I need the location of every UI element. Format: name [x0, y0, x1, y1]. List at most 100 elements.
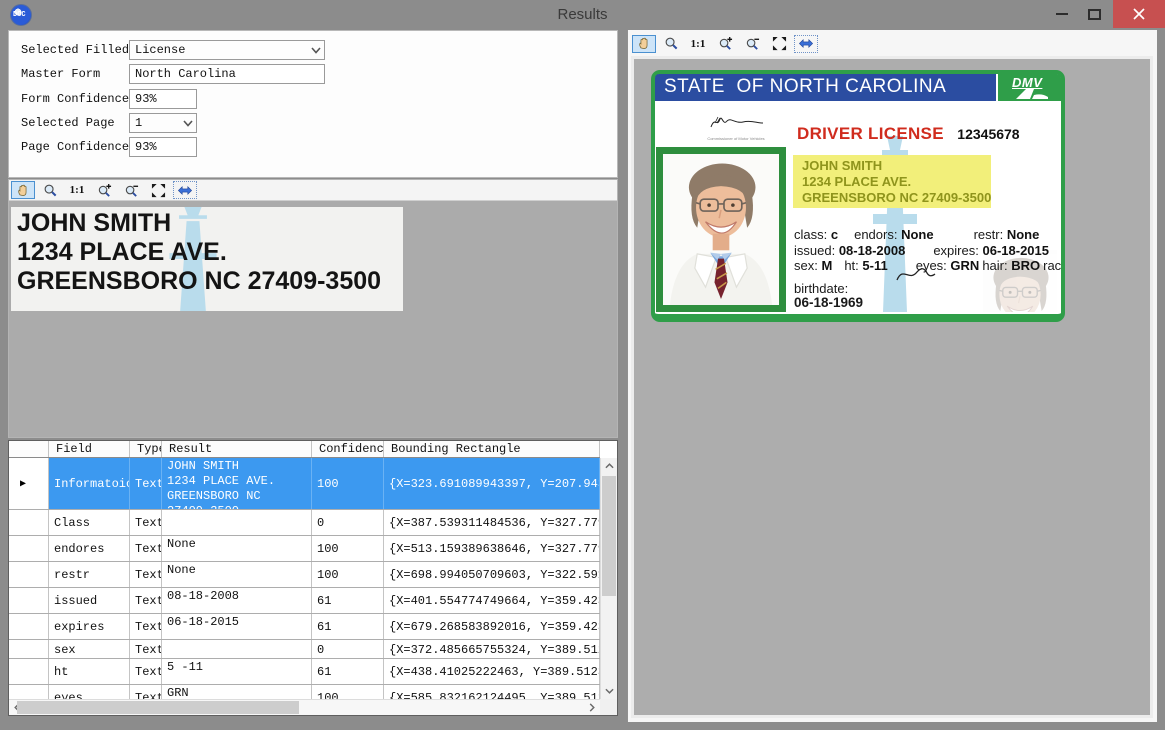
scroll-right-button[interactable]: [584, 700, 600, 715]
table-row-informatoion[interactable]: ▶ Informatoion Text JOHN SMITH 1234 PLAC…: [9, 458, 600, 510]
cell-result: 5 -11: [162, 659, 312, 684]
birthdate-label: birthdate:: [794, 281, 848, 296]
license-image-viewer: 1:1: [627, 30, 1157, 722]
cell-result: [162, 510, 312, 535]
field-image-viewer: 1:1: [8, 179, 618, 438]
zoom-out-button[interactable]: [119, 181, 143, 199]
cell-result: 06-18-2015: [162, 614, 312, 639]
cell-result: 08-18-2008: [162, 588, 312, 613]
cell-type: Text: [130, 685, 162, 699]
table-row-expires[interactable]: expires Text 06-18-2015 61 {X=679.268583…: [9, 614, 600, 640]
cell-confidence: 61: [312, 588, 384, 613]
page-confidence-label: Page Confidence: [21, 137, 133, 157]
cell-bounding: {X=438.41025222463, Y=389.5123743315: [384, 659, 600, 684]
fit-width-button[interactable]: [173, 181, 197, 199]
chevron-right-icon: [589, 703, 595, 712]
selected-filled-form-combobox[interactable]: License: [129, 40, 325, 60]
titlebar[interactable]: DOC Results: [0, 0, 1165, 30]
birthdate-value: 06-18-1969: [794, 296, 863, 310]
current-row-arrow-icon: ▶: [14, 478, 26, 490]
selected-page-value: 1: [135, 116, 142, 130]
row-selector-cell: [9, 588, 49, 613]
row-selector-cell: [9, 510, 49, 535]
license-address-line2: GREENSBORO NC 27409-3500: [802, 190, 991, 206]
actual-size-button[interactable]: 1:1: [686, 35, 710, 53]
row-selector-cell: [9, 562, 49, 587]
row-selector-header[interactable]: [9, 441, 49, 457]
vertical-scroll-thumb[interactable]: [602, 476, 616, 596]
row-selector-cell: [9, 614, 49, 639]
cell-type: Text: [130, 458, 162, 509]
field-image-canvas[interactable]: JOHN SMITH 1234 PLACE AVE. GREENSBORO NC…: [9, 201, 617, 437]
row-selector-cell: [9, 685, 49, 699]
cell-field: sex: [49, 640, 130, 658]
license-address-line1: 1234 PLACE AVE.: [802, 174, 991, 190]
table-row-endores[interactable]: endores Text None 100 {X=513.15938963864…: [9, 536, 600, 562]
cell-field: Informatoion: [49, 458, 130, 509]
selected-page-combobox[interactable]: 1: [129, 113, 197, 133]
cell-bounding: {X=679.268583892016, Y=359.423877510: [384, 614, 600, 639]
cell-confidence: 100: [312, 458, 384, 509]
viewer-toolbar: 1:1: [9, 180, 617, 201]
zoom-select-button[interactable]: [38, 181, 62, 199]
fit-width-button[interactable]: [794, 35, 818, 53]
table-vertical-scrollbar[interactable]: [600, 458, 617, 699]
cell-bounding: {X=698.994050709603, Y=322.591407263: [384, 562, 600, 587]
scroll-up-button[interactable]: [601, 458, 617, 474]
license-number: 12345678: [957, 126, 1019, 142]
master-form-field[interactable]: North Carolina: [129, 64, 325, 84]
fit-page-button[interactable]: [767, 35, 791, 53]
row-selector-cell: [9, 536, 49, 561]
cell-field: Class: [49, 510, 130, 535]
name-address-highlight: JOHN SMITH 1234 PLACE AVE. GREENSBORO NC…: [793, 155, 991, 208]
maximize-button[interactable]: [1079, 0, 1109, 28]
license-canvas[interactable]: STATE OF NORTH CAROLINA DMV: [631, 56, 1153, 718]
close-button[interactable]: [1113, 0, 1165, 28]
actual-size-button[interactable]: 1:1: [65, 181, 89, 199]
table-horizontal-scrollbar[interactable]: [9, 699, 600, 715]
zoom-in-button[interactable]: [713, 35, 737, 53]
cell-field: endores: [49, 536, 130, 561]
dmv-logo: DMV: [998, 74, 1061, 101]
table-row-class[interactable]: Class Text 0 {X=387.539311484536, Y=327.…: [9, 510, 600, 536]
table-row-sex[interactable]: sex Text 0 {X=372.485665755324, Y=389.51…: [9, 640, 600, 659]
license-header: STATE OF NORTH CAROLINA DMV: [655, 74, 1061, 101]
selected-page-label: Selected Page: [21, 113, 133, 133]
pan-tool-button[interactable]: [11, 181, 35, 199]
zoom-select-button[interactable]: [659, 35, 683, 53]
column-header-confidence[interactable]: Confidence: [312, 441, 384, 457]
cell-bounding: {X=387.539311484536, Y=327.779079129: [384, 510, 600, 535]
cell-confidence: 100: [312, 562, 384, 587]
cropped-field-image: JOHN SMITH 1234 PLACE AVE. GREENSBORO NC…: [11, 207, 403, 311]
table-row-issued[interactable]: issued Text 08-18-2008 61 {X=401.5547747…: [9, 588, 600, 614]
horizontal-scroll-thumb[interactable]: [17, 701, 299, 714]
column-header-result[interactable]: Result: [162, 441, 312, 457]
selected-filled-form-label: Selected Filled Fo: [21, 40, 133, 60]
scroll-down-button[interactable]: [601, 683, 617, 699]
fit-page-button[interactable]: [146, 181, 170, 199]
table-row-ht[interactable]: ht Text 5 -11 61 {X=438.41025222463, Y=3…: [9, 659, 600, 685]
cell-bounding: {X=585.832162124495, Y=389.512374331: [384, 685, 600, 699]
zoom-in-button[interactable]: [92, 181, 116, 199]
pan-tool-button[interactable]: [632, 35, 656, 53]
column-header-bounding[interactable]: Bounding Rectangle: [384, 441, 600, 457]
zoom-out-button[interactable]: [740, 35, 764, 53]
magnifier-minus-icon: [124, 183, 139, 198]
cell-type: Text: [130, 536, 162, 561]
cell-bounding: {X=323.691089943397, Y=207.943859031: [384, 458, 600, 509]
form-confidence-field[interactable]: 93%: [129, 89, 197, 109]
close-icon: [1133, 8, 1145, 20]
cell-confidence: 0: [312, 510, 384, 535]
row-selector-cell: [9, 640, 49, 658]
portrait-photo: [663, 154, 779, 305]
column-header-type[interactable]: Type: [130, 441, 162, 457]
table-row-eyes[interactable]: eyes Text GRN 100 {X=585.832162124495, Y…: [9, 685, 600, 699]
table-row-restr[interactable]: restr Text None 100 {X=698.994050709603,…: [9, 562, 600, 588]
minimize-button[interactable]: [1047, 0, 1077, 28]
page-confidence-field[interactable]: 93%: [129, 137, 197, 157]
magnifier-minus-icon: [745, 36, 760, 51]
column-header-field[interactable]: Field: [49, 441, 130, 457]
cell-confidence: 0: [312, 640, 384, 658]
commissioner-caption: Commissioner of Motor Vehicles: [701, 136, 771, 141]
driver-license-card: STATE OF NORTH CAROLINA DMV: [651, 70, 1065, 322]
